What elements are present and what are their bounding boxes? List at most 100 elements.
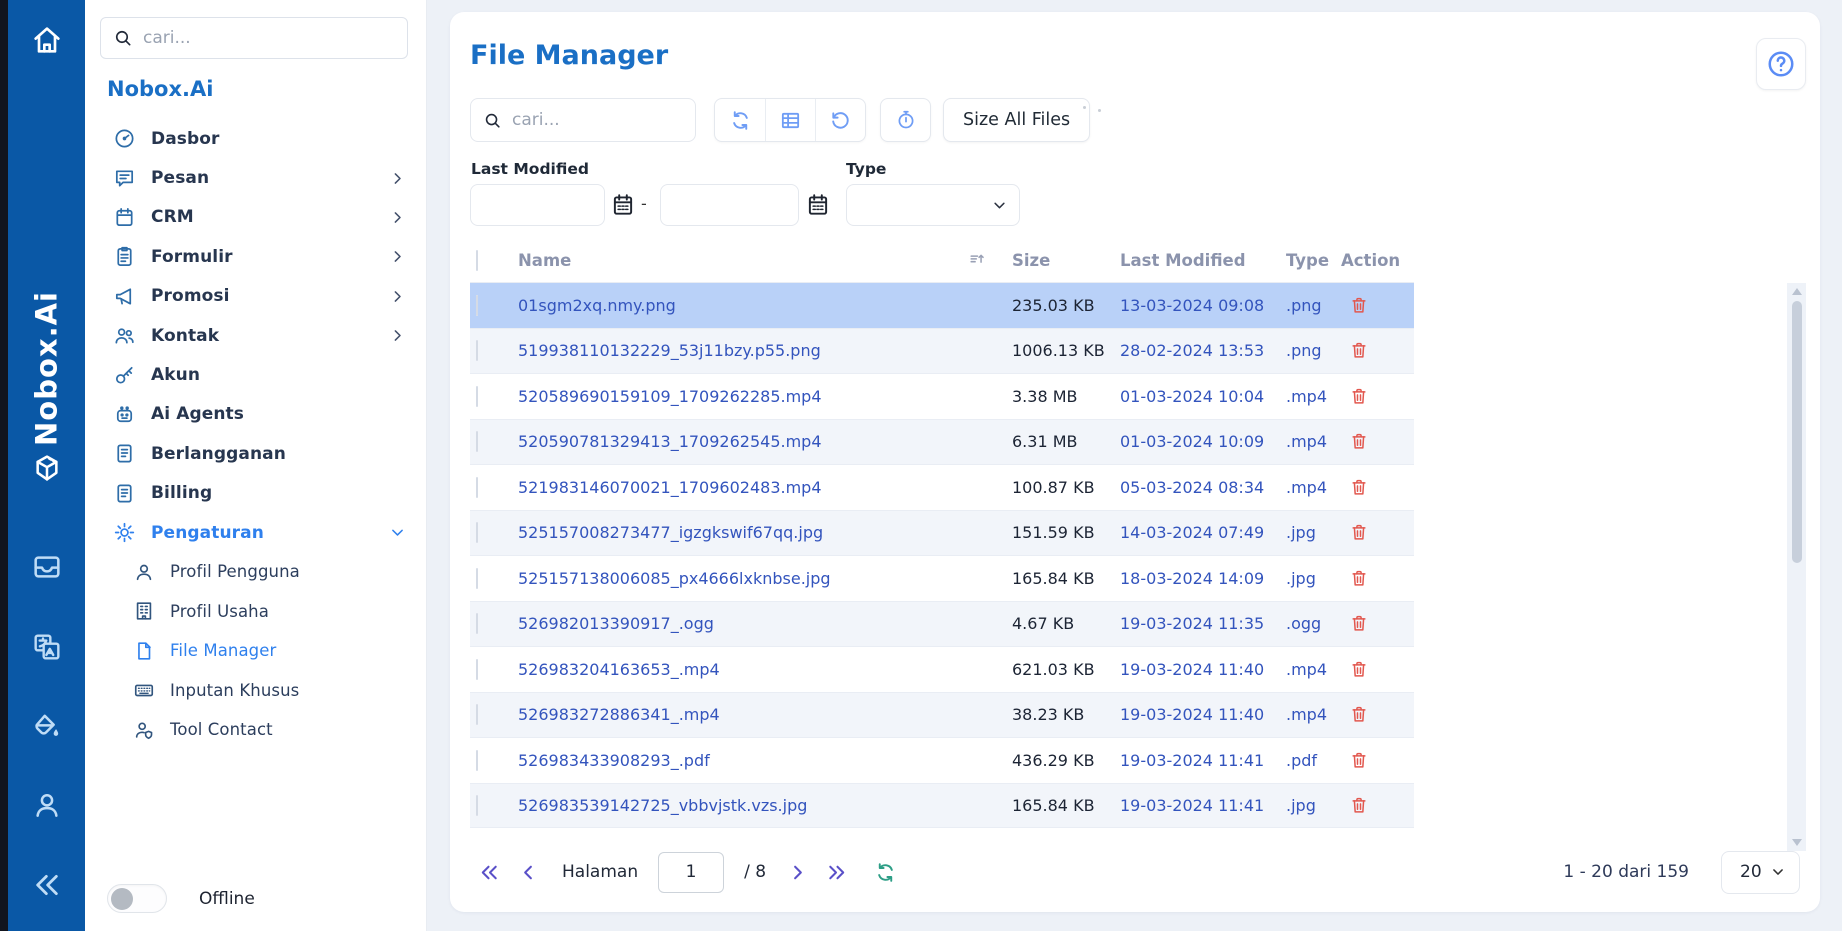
sidebar-item-berlangganan[interactable]: Berlangganan	[85, 434, 426, 473]
file-name-link[interactable]: 01sgm2xq.nmy.png	[518, 296, 676, 315]
file-size: 3.38 MB	[1012, 387, 1120, 406]
file-name-link[interactable]: 525157138006085_px4666lxknbse.jpg	[518, 569, 831, 588]
page-number-input[interactable]	[658, 852, 724, 893]
row-checkbox[interactable]	[476, 795, 478, 816]
delete-button[interactable]	[1349, 477, 1369, 498]
page-size-select[interactable]: 20	[1721, 851, 1800, 894]
column-modified[interactable]: Last Modified	[1120, 251, 1286, 270]
row-checkbox[interactable]	[476, 340, 478, 361]
sidebar-item-inputan-khusus[interactable]: Inputan Khusus	[85, 670, 426, 709]
first-page-button[interactable]	[478, 861, 501, 884]
file-name-link[interactable]: 520589690159109_1709262285.mp4	[518, 387, 822, 406]
offline-row: Offline	[107, 884, 255, 913]
file-name-link[interactable]: 519938110132229_53j11bzy.p55.png	[518, 341, 821, 360]
page-total: / 8	[744, 862, 766, 882]
file-search-input[interactable]	[512, 110, 683, 130]
refresh-button[interactable]	[715, 99, 765, 141]
trash-icon	[1349, 431, 1369, 452]
home-icon[interactable]	[8, 24, 85, 56]
next-page-button[interactable]	[786, 861, 809, 884]
type-label: Type	[846, 160, 886, 178]
collapse-sidebar-icon[interactable]	[8, 869, 85, 901]
delete-button[interactable]	[1349, 295, 1369, 316]
sidebar-item-pengaturan[interactable]: Pengaturan	[85, 513, 426, 552]
profile-icon[interactable]	[8, 789, 85, 821]
date-range-separator: -	[641, 194, 647, 213]
column-name[interactable]: Name	[518, 251, 968, 270]
sidebar-item-billing[interactable]: Billing	[85, 474, 426, 513]
table-scrollbar[interactable]	[1787, 283, 1806, 851]
sidebar-search[interactable]	[100, 17, 408, 59]
row-checkbox[interactable]	[476, 431, 478, 452]
reload-table-button[interactable]	[874, 861, 897, 884]
table-view-button[interactable]	[765, 99, 815, 141]
delete-button[interactable]	[1349, 386, 1369, 407]
delete-button[interactable]	[1349, 795, 1369, 816]
sidebar-item-kontak[interactable]: Kontak	[85, 316, 426, 355]
row-checkbox[interactable]	[476, 568, 478, 589]
date-to-input[interactable]	[661, 185, 798, 225]
chevron-down-icon	[1771, 865, 1785, 879]
sidebar-item-file-manager[interactable]: File Manager	[85, 631, 426, 670]
size-all-files-button[interactable]: Size All Files	[943, 98, 1090, 142]
delete-button[interactable]	[1349, 431, 1369, 452]
help-button[interactable]	[1756, 38, 1806, 90]
delete-button[interactable]	[1349, 659, 1369, 680]
select-all-checkbox[interactable]	[476, 250, 478, 271]
row-checkbox[interactable]	[476, 386, 478, 407]
timer-button[interactable]	[880, 98, 931, 142]
sidebar-item-profil-usaha[interactable]: Profil Usaha	[85, 592, 426, 631]
reset-button[interactable]	[815, 99, 865, 141]
column-size[interactable]: Size	[1012, 251, 1120, 270]
delete-button[interactable]	[1349, 568, 1369, 589]
calendar-icon[interactable]	[805, 192, 831, 218]
type-select[interactable]	[846, 184, 1020, 226]
sidebar-item-formulir[interactable]: Formulir	[85, 237, 426, 276]
sidebar-item-promosi[interactable]: Promosi	[85, 277, 426, 316]
sidebar-item-ai-agents[interactable]: Ai Agents	[85, 395, 426, 434]
delete-button[interactable]	[1349, 522, 1369, 543]
row-checkbox[interactable]	[476, 295, 478, 316]
file-name-link[interactable]: 526983204163653_.mp4	[518, 660, 720, 679]
row-checkbox[interactable]	[476, 704, 478, 725]
file-name-link[interactable]: 526983272886341_.mp4	[518, 705, 720, 724]
file-search[interactable]	[470, 98, 696, 142]
file-manager-card: File Manager	[450, 12, 1820, 912]
translate-icon[interactable]	[8, 631, 85, 663]
paint-bucket-icon[interactable]	[8, 711, 85, 743]
sidebar-item-akun[interactable]: Akun	[85, 355, 426, 394]
delete-button[interactable]	[1349, 613, 1369, 634]
file-name-link[interactable]: 521983146070021_1709602483.mp4	[518, 478, 822, 497]
sidebar-item-profil-pengguna[interactable]: Profil Pengguna	[85, 552, 426, 591]
scroll-down-arrow[interactable]	[1792, 839, 1802, 846]
inbox-tray-icon[interactable]	[8, 551, 85, 583]
delete-button[interactable]	[1349, 750, 1369, 771]
sidebar-item-dasbor[interactable]: Dasbor	[85, 119, 426, 158]
sidebar-item-pesan[interactable]: Pesan	[85, 158, 426, 197]
scroll-up-arrow[interactable]	[1792, 288, 1802, 295]
row-checkbox[interactable]	[476, 750, 478, 771]
row-checkbox[interactable]	[476, 613, 478, 634]
sidebar-item-tool-contact[interactable]: Tool Contact	[85, 710, 426, 749]
calendar-icon[interactable]	[610, 192, 636, 218]
file-name-link[interactable]: 525157008273477_igzgkswif67qq.jpg	[518, 523, 823, 542]
delete-button[interactable]	[1349, 340, 1369, 361]
file-name-link[interactable]: 526983539142725_vbbvjstk.vzs.jpg	[518, 796, 807, 815]
sidebar-search-input[interactable]	[143, 28, 395, 48]
date-from-input[interactable]	[471, 185, 604, 225]
file-name-link[interactable]: 520590781329413_1709262545.mp4	[518, 432, 822, 451]
row-checkbox[interactable]	[476, 522, 478, 543]
last-page-button[interactable]	[825, 861, 848, 884]
scrollbar-thumb[interactable]	[1792, 301, 1802, 563]
prev-page-button[interactable]	[517, 861, 540, 884]
row-checkbox[interactable]	[476, 477, 478, 498]
file-type: .mp4	[1286, 432, 1341, 451]
delete-button[interactable]	[1349, 704, 1369, 725]
sidebar-item-crm[interactable]: CRM	[85, 198, 426, 237]
sort-icon[interactable]	[968, 251, 987, 270]
row-checkbox[interactable]	[476, 659, 478, 680]
column-type[interactable]: Type	[1286, 251, 1341, 270]
file-name-link[interactable]: 526983433908293_.pdf	[518, 751, 710, 770]
offline-toggle[interactable]	[107, 884, 167, 913]
file-name-link[interactable]: 526982013390917_.ogg	[518, 614, 714, 633]
